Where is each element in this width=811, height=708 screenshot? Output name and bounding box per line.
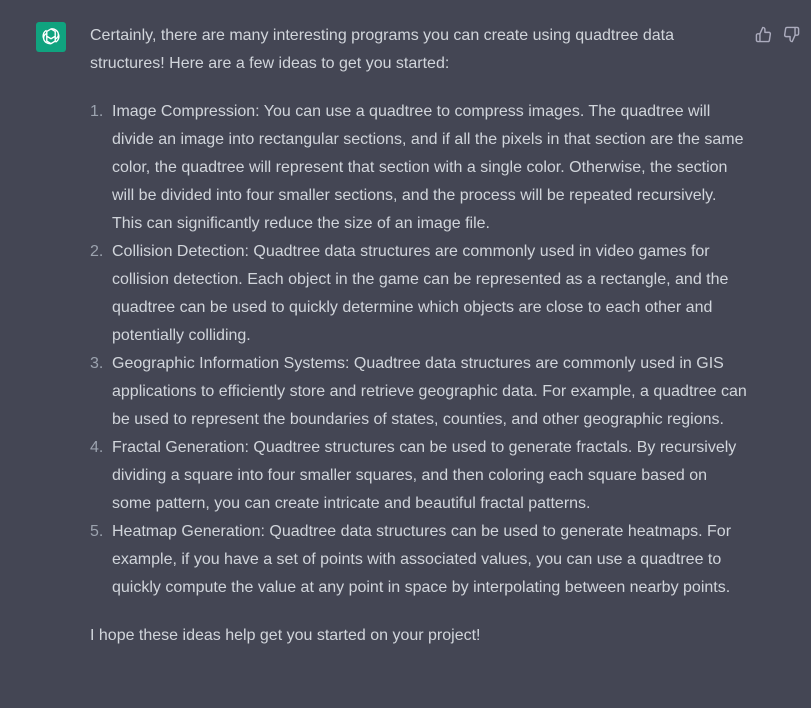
list-item-text: Geographic Information Systems: Quadtree… <box>112 355 747 428</box>
list-item-number: 1. <box>90 103 104 120</box>
feedback-controls <box>753 24 801 44</box>
list-item-number: 3. <box>90 355 104 372</box>
list-item: 4. Fractal Generation: Quadtree structur… <box>90 434 750 518</box>
list-item-number: 5. <box>90 523 104 540</box>
list-item-text: Heatmap Generation: Quadtree data struct… <box>112 523 732 596</box>
message-content: Certainly, there are many interesting pr… <box>90 22 750 650</box>
assistant-message: Certainly, there are many interesting pr… <box>0 0 811 708</box>
thumbs-up-icon <box>755 26 771 42</box>
list-item-number: 4. <box>90 439 104 456</box>
list-item: 5. Heatmap Generation: Quadtree data str… <box>90 518 750 602</box>
thumbs-down-icon <box>783 26 799 42</box>
list-item-text: Image Compression: You can use a quadtre… <box>112 103 744 232</box>
list-item-number: 2. <box>90 243 104 260</box>
intro-paragraph: Certainly, there are many interesting pr… <box>90 27 675 72</box>
ideas-list: 1. Image Compression: You can use a quad… <box>90 98 750 602</box>
list-item-text: Fractal Generation: Quadtree structures … <box>112 439 737 512</box>
thumbs-down-button[interactable] <box>781 24 801 44</box>
list-item: 1. Image Compression: You can use a quad… <box>90 98 750 238</box>
assistant-avatar <box>36 22 66 52</box>
list-item-text: Collision Detection: Quadtree data struc… <box>112 243 729 344</box>
thumbs-up-button[interactable] <box>753 24 773 44</box>
openai-logo-icon <box>42 28 60 45</box>
outro-paragraph: I hope these ideas help get you started … <box>90 627 481 644</box>
list-item: 2. Collision Detection: Quadtree data st… <box>90 238 750 350</box>
list-item: 3. Geographic Information Systems: Quadt… <box>90 350 750 434</box>
